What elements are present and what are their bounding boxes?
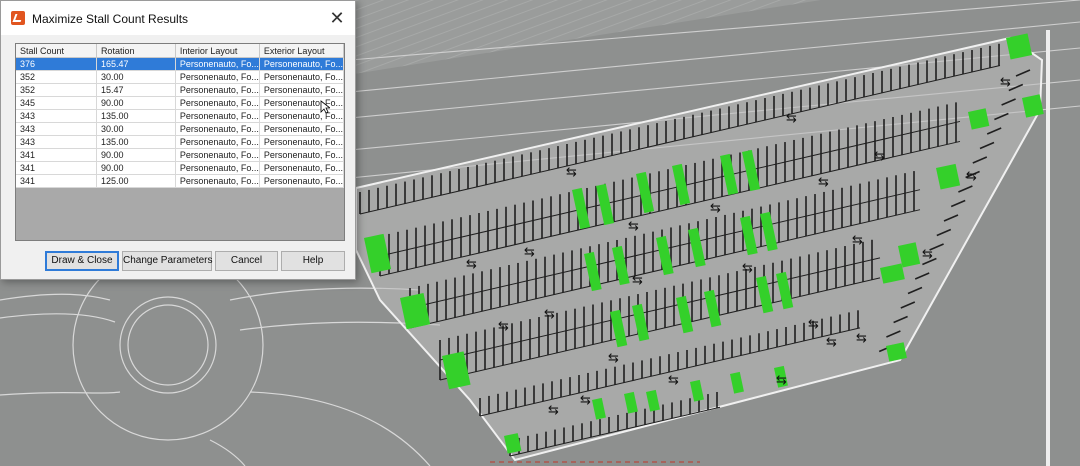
table-row[interactable]: 341 90.00 Personenauto, Fo... Personenauto,… xyxy=(16,161,344,175)
two-way-arrow-icon: ⇆ xyxy=(632,273,643,288)
table-cell-stall-count: 341 xyxy=(16,148,97,162)
two-way-arrow-icon: ⇆ xyxy=(966,169,977,184)
two-way-arrow-icon: ⇆ xyxy=(776,373,787,388)
table-cell-interior: Personenauto, Fo... xyxy=(175,161,260,175)
site-boundary-right xyxy=(1046,30,1050,466)
two-way-arrow-icon: ⇆ xyxy=(608,351,619,366)
table-cell-exterior: Personenauto, Fo... xyxy=(259,135,344,149)
help-button[interactable]: Help xyxy=(281,251,345,271)
two-way-arrow-icon: ⇆ xyxy=(710,201,721,216)
two-way-arrow-icon: ⇆ xyxy=(874,149,885,164)
two-way-arrow-icon: ⇆ xyxy=(856,331,867,346)
two-way-arrow-icon: ⇆ xyxy=(742,261,753,276)
table-cell-exterior: Personenauto, Fo... xyxy=(259,109,344,123)
table-cell-interior: Personenauto, Fo... xyxy=(175,57,260,71)
table-row[interactable]: 376 165.47 Personenauto, Fo... Personenauto… xyxy=(16,57,344,71)
close-icon[interactable]: ✕ xyxy=(325,6,349,30)
cancel-button[interactable]: Cancel xyxy=(215,251,278,271)
landscape-island xyxy=(968,108,990,130)
table-row[interactable]: 341 90.00 Personenauto, Fo... Personenauto,… xyxy=(16,148,344,162)
table-cell-stall-count: 352 xyxy=(16,83,97,97)
table-cell-rotation: 125.00 xyxy=(96,174,176,188)
table-cell-stall-count: 343 xyxy=(16,135,97,149)
two-way-arrow-icon: ⇆ xyxy=(1000,75,1011,90)
table-cell-interior: Personenauto, Fo... xyxy=(175,96,260,110)
two-way-arrow-icon: ⇆ xyxy=(466,257,477,272)
two-way-arrow-icon: ⇆ xyxy=(922,247,933,262)
two-way-arrow-icon: ⇆ xyxy=(808,317,819,332)
table-row[interactable]: 343 135.00 Personenauto, Fo... Personenauto… xyxy=(16,109,344,123)
table-cell-rotation: 90.00 xyxy=(96,96,176,110)
table-cell-exterior: Personenauto, Fo... xyxy=(259,70,344,84)
table-cell-rotation: 90.00 xyxy=(96,161,176,175)
two-way-arrow-icon: ⇆ xyxy=(852,233,863,248)
table-header-row: Stall Count Rotation Interior Layout Ext… xyxy=(16,44,344,58)
two-way-arrow-icon: ⇆ xyxy=(544,307,555,322)
table-cell-stall-count: 341 xyxy=(16,161,97,175)
table-cell-interior: Personenauto, Fo... xyxy=(175,83,260,97)
two-way-arrow-icon: ⇆ xyxy=(524,245,535,260)
table-row[interactable]: 343 135.00 Personenauto, Fo... Personenauto… xyxy=(16,135,344,149)
table-cell-rotation: 135.00 xyxy=(96,135,176,149)
change-parameters-button[interactable]: Change Parameters xyxy=(122,251,213,271)
table-cell-exterior: Personenauto, Fo... xyxy=(259,57,344,71)
results-table: Stall Count Rotation Interior Layout Ext… xyxy=(16,44,344,188)
app-logo-icon xyxy=(11,11,25,25)
two-way-arrow-icon: ⇆ xyxy=(786,111,797,126)
dialog-titlebar[interactable]: Maximize Stall Count Results ✕ xyxy=(1,1,355,35)
table-cell-rotation: 30.00 xyxy=(96,70,176,84)
two-way-arrow-icon: ⇆ xyxy=(818,175,829,190)
table-cell-stall-count: 345 xyxy=(16,96,97,110)
mouse-cursor-icon xyxy=(320,100,330,114)
table-cell-exterior: Personenauto, Fo... xyxy=(259,161,344,175)
two-way-arrow-icon: ⇆ xyxy=(566,165,577,180)
table-cell-rotation: 15.47 xyxy=(96,83,176,97)
two-way-arrow-icon: ⇆ xyxy=(628,219,639,234)
table-cell-rotation: 90.00 xyxy=(96,148,176,162)
table-cell-interior: Personenauto, Fo... xyxy=(175,122,260,136)
table-cell-exterior: Personenauto, Fo... xyxy=(259,122,344,136)
table-row[interactable]: 352 30.00 Personenauto, Fo... Personenauto,… xyxy=(16,70,344,84)
table-cell-interior: Personenauto, Fo... xyxy=(175,174,260,188)
two-way-arrow-icon: ⇆ xyxy=(580,393,591,408)
table-cell-exterior: Personenauto, Fo... xyxy=(259,83,344,97)
table-cell-interior: Personenauto, Fo... xyxy=(175,148,260,162)
table-cell-interior: Personenauto, Fo... xyxy=(175,70,260,84)
table-cell-exterior: Personenauto, Fo... xyxy=(259,96,344,110)
table-cell-exterior: Personenauto, Fo... xyxy=(259,148,344,162)
table-cell-stall-count: 352 xyxy=(16,70,97,84)
column-header-stall-count[interactable]: Stall Count xyxy=(16,44,97,58)
results-table-container[interactable]: Stall Count Rotation Interior Layout Ext… xyxy=(15,43,345,241)
table-cell-rotation: 30.00 xyxy=(96,122,176,136)
table-row[interactable]: 343 30.00 Personenauto, Fo... Personenauto,… xyxy=(16,122,344,136)
table-row[interactable]: 352 15.47 Personenauto, Fo... Personenauto,… xyxy=(16,83,344,97)
maximize-results-dialog: Maximize Stall Count Results ✕ Stall Cou… xyxy=(0,0,356,280)
dialog-title: Maximize Stall Count Results xyxy=(32,12,189,26)
table-cell-interior: Personenauto, Fo... xyxy=(175,109,260,123)
table-cell-stall-count: 343 xyxy=(16,122,97,136)
table-row[interactable]: 341 125.00 Personenauto, Fo... Personenauto… xyxy=(16,174,344,188)
two-way-arrow-icon: ⇆ xyxy=(826,335,837,350)
table-cell-stall-count: 343 xyxy=(16,109,97,123)
column-header-exterior-layout[interactable]: Exterior Layout xyxy=(259,44,344,58)
table-cell-stall-count: 376 xyxy=(16,57,97,71)
column-header-interior-layout[interactable]: Interior Layout xyxy=(175,44,260,58)
two-way-arrow-icon: ⇆ xyxy=(498,319,509,334)
table-cell-interior: Personenauto, Fo... xyxy=(175,135,260,149)
two-way-arrow-icon: ⇆ xyxy=(668,373,679,388)
draw-close-button[interactable]: Draw & Close xyxy=(45,251,119,271)
two-way-arrow-icon: ⇆ xyxy=(548,403,559,418)
table-row[interactable]: 345 90.00 Personenauto, Fo... Personenauto,… xyxy=(16,96,344,110)
landscape-island xyxy=(1005,33,1033,60)
table-cell-rotation: 135.00 xyxy=(96,109,176,123)
column-header-rotation[interactable]: Rotation xyxy=(96,44,176,58)
table-cell-rotation: 165.47 xyxy=(96,57,176,71)
table-cell-exterior: Personenauto, Fo... xyxy=(259,174,344,188)
table-cell-stall-count: 341 xyxy=(16,174,97,188)
